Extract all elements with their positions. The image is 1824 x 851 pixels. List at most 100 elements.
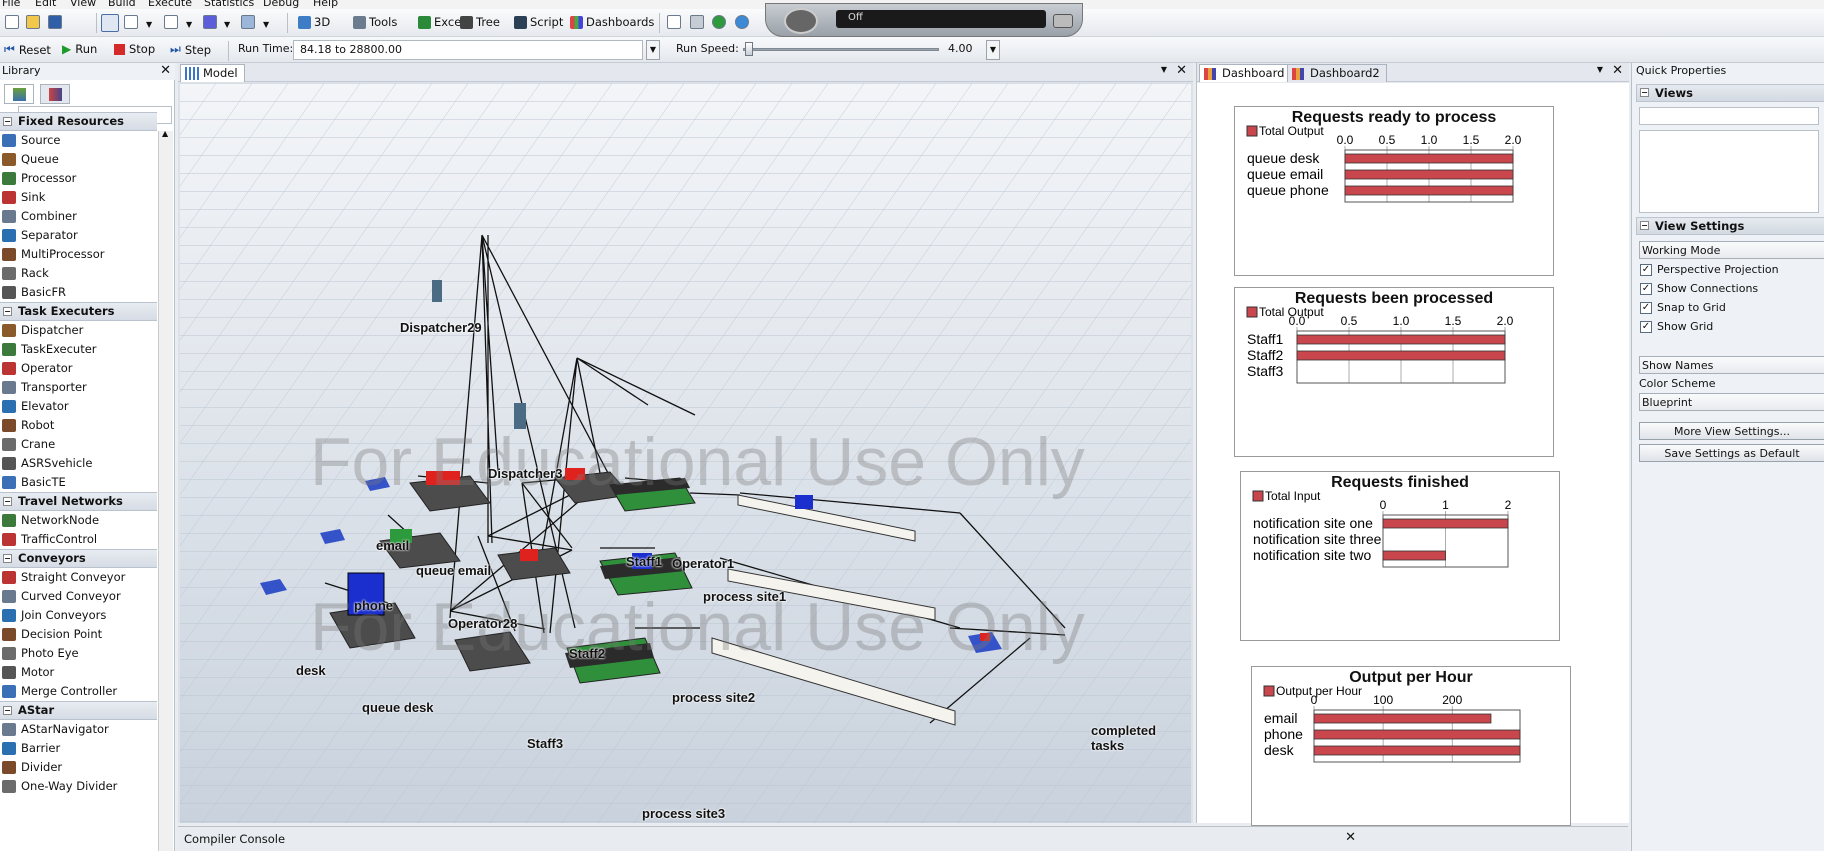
3d-view-button[interactable]: 3D (298, 15, 330, 29)
open-folder-icon[interactable] (26, 15, 40, 29)
gauge-button[interactable] (1053, 14, 1073, 28)
library-item[interactable]: Merge Controller (0, 682, 157, 701)
label-completed-tasks[interactable]: completed tasks (1091, 723, 1191, 753)
label-dispatcher3[interactable]: Dispatcher3 (488, 466, 562, 481)
bar[interactable] (1313, 713, 1492, 724)
more-view-settings-button[interactable]: More View Settings... (1639, 422, 1824, 440)
label-desk[interactable]: desk (296, 663, 326, 678)
help-icon[interactable] (712, 15, 726, 29)
label-phone[interactable]: phone (354, 598, 393, 613)
library-item[interactable]: Divider (0, 758, 157, 777)
library-item[interactable]: AStarNavigator (0, 720, 157, 739)
library-tab-objects[interactable] (4, 84, 34, 104)
library-item[interactable]: ASRSvehicle (0, 454, 157, 473)
dashboards-button[interactable]: Dashboards (570, 15, 654, 29)
bar[interactable] (1313, 729, 1521, 740)
menu-execute[interactable]: Execute (148, 0, 192, 9)
library-category[interactable]: − AStar (0, 701, 157, 720)
library-item[interactable]: Separator (0, 226, 157, 245)
tools-button[interactable]: Tools (353, 15, 397, 29)
show-names-dropdown[interactable]: Show Names (1639, 356, 1824, 374)
library-category[interactable]: − Task Executers (0, 302, 157, 321)
globe-icon[interactable] (735, 15, 749, 29)
label-process-site1[interactable]: process site1 (703, 589, 786, 604)
connect-icon[interactable] (124, 15, 138, 29)
chevron-down-icon[interactable]: ▼ (263, 20, 269, 29)
bar[interactable] (1296, 334, 1506, 345)
menu-edit[interactable]: Edit (35, 0, 56, 9)
view-settings-section-header[interactable]: − View Settings (1636, 217, 1824, 235)
library-category[interactable]: − Conveyors (0, 549, 157, 568)
library-item[interactable]: Photo Eye (0, 644, 157, 663)
view-setting-checkbox[interactable]: ✓ Perspective Projection (1640, 263, 1779, 276)
chevron-down-icon[interactable]: ▼ (1161, 65, 1167, 74)
tab-dashboard2[interactable]: Dashboard2 (1287, 64, 1387, 82)
close-icon[interactable]: ✕ (1612, 63, 1623, 78)
library-tab-templates[interactable] (40, 84, 70, 104)
library-item[interactable]: TrafficControl (0, 530, 157, 549)
label-staff3[interactable]: Staff3 (527, 736, 563, 751)
save-settings-default-button[interactable]: Save Settings as Default (1639, 444, 1824, 462)
bar[interactable] (1344, 169, 1514, 180)
library-item[interactable]: MultiProcessor (0, 245, 157, 264)
view-setting-checkbox[interactable]: ✓ Show Connections (1640, 282, 1758, 295)
shape-icon[interactable] (203, 15, 217, 29)
stop-button[interactable]: Stop (114, 42, 155, 56)
library-item[interactable]: Source (0, 131, 157, 150)
tab-model[interactable]: Model (180, 64, 245, 82)
window-icon[interactable] (690, 15, 704, 29)
save-icon[interactable] (48, 15, 62, 29)
connect-center-icon[interactable] (164, 15, 178, 29)
reset-button[interactable]: ⏮ Reset (4, 42, 51, 57)
library-item[interactable]: Crane (0, 435, 157, 454)
library-item[interactable]: Transporter (0, 378, 157, 397)
run-speed-slider[interactable] (744, 42, 753, 56)
chart-card[interactable]: Requests ready to process Total Output 0.0… (1234, 106, 1554, 276)
library-item[interactable]: One-Way Divider (0, 777, 157, 796)
run-time-field[interactable]: 84.18 to 28800.00 (293, 40, 643, 60)
menu-debug[interactable]: Debug (263, 0, 299, 9)
chart-card[interactable]: Requests finished Total Input 0 1 2 notificat… (1240, 471, 1560, 641)
library-item[interactable]: Queue (0, 150, 157, 169)
library-item[interactable]: Elevator (0, 397, 157, 416)
chevron-down-icon[interactable]: ▼ (186, 20, 192, 29)
library-item[interactable]: Combiner (0, 207, 157, 226)
chevron-down-icon[interactable]: ▼ (224, 20, 230, 29)
bar[interactable] (1344, 185, 1514, 196)
library-item[interactable]: BasicFR (0, 283, 157, 302)
views-name-input[interactable] (1639, 107, 1819, 125)
run-speed-dropdown[interactable]: ▼ (986, 40, 1000, 60)
library-item[interactable]: Barrier (0, 739, 157, 758)
library-item[interactable]: TaskExecuter (0, 340, 157, 359)
library-item[interactable]: Dispatcher (0, 321, 157, 340)
library-item[interactable]: Processor (0, 169, 157, 188)
select-mode-icon[interactable] (101, 14, 119, 32)
label-queue-desk[interactable]: queue desk (362, 700, 434, 715)
chart-card[interactable]: Requests been processed Total Output 0.0 0.… (1234, 287, 1554, 457)
bar[interactable] (1313, 745, 1521, 756)
close-icon[interactable]: ✕ (160, 63, 171, 78)
label-dispatcher29[interactable]: Dispatcher29 (400, 320, 482, 335)
tab-dashboard[interactable]: Dashboard (1199, 64, 1292, 82)
library-item[interactable]: Decision Point (0, 625, 157, 644)
group-icon[interactable] (241, 15, 255, 29)
chevron-down-icon[interactable]: ▼ (1597, 65, 1603, 74)
menu-view[interactable]: View (70, 0, 96, 9)
views-section-header[interactable]: − Views (1636, 84, 1824, 102)
library-item[interactable]: Straight Conveyor (0, 568, 157, 587)
library-item[interactable]: Robot (0, 416, 157, 435)
bar[interactable] (1382, 518, 1509, 529)
label-process-site2[interactable]: process site2 (672, 690, 755, 705)
new-file-icon[interactable] (5, 15, 19, 29)
label-queue-email[interactable]: queue email (416, 563, 491, 578)
chart-card[interactable]: Output per Hour Output per Hour 0 100 200 ema… (1251, 666, 1571, 826)
run-speed-track[interactable] (743, 48, 939, 51)
label-operator28[interactable]: Operator28 (448, 616, 517, 631)
label-process-site3[interactable]: process site3 (642, 806, 725, 821)
library-item[interactable]: Rack (0, 264, 157, 283)
library-item[interactable]: Sink (0, 188, 157, 207)
working-mode-dropdown[interactable]: Working Mode (1639, 241, 1824, 259)
label-staff2[interactable]: Staff2 (569, 646, 605, 661)
view-setting-checkbox[interactable]: ✓ Snap to Grid (1640, 301, 1726, 314)
3d-model-canvas[interactable]: For Educational Use Only For Educational… (180, 83, 1191, 823)
